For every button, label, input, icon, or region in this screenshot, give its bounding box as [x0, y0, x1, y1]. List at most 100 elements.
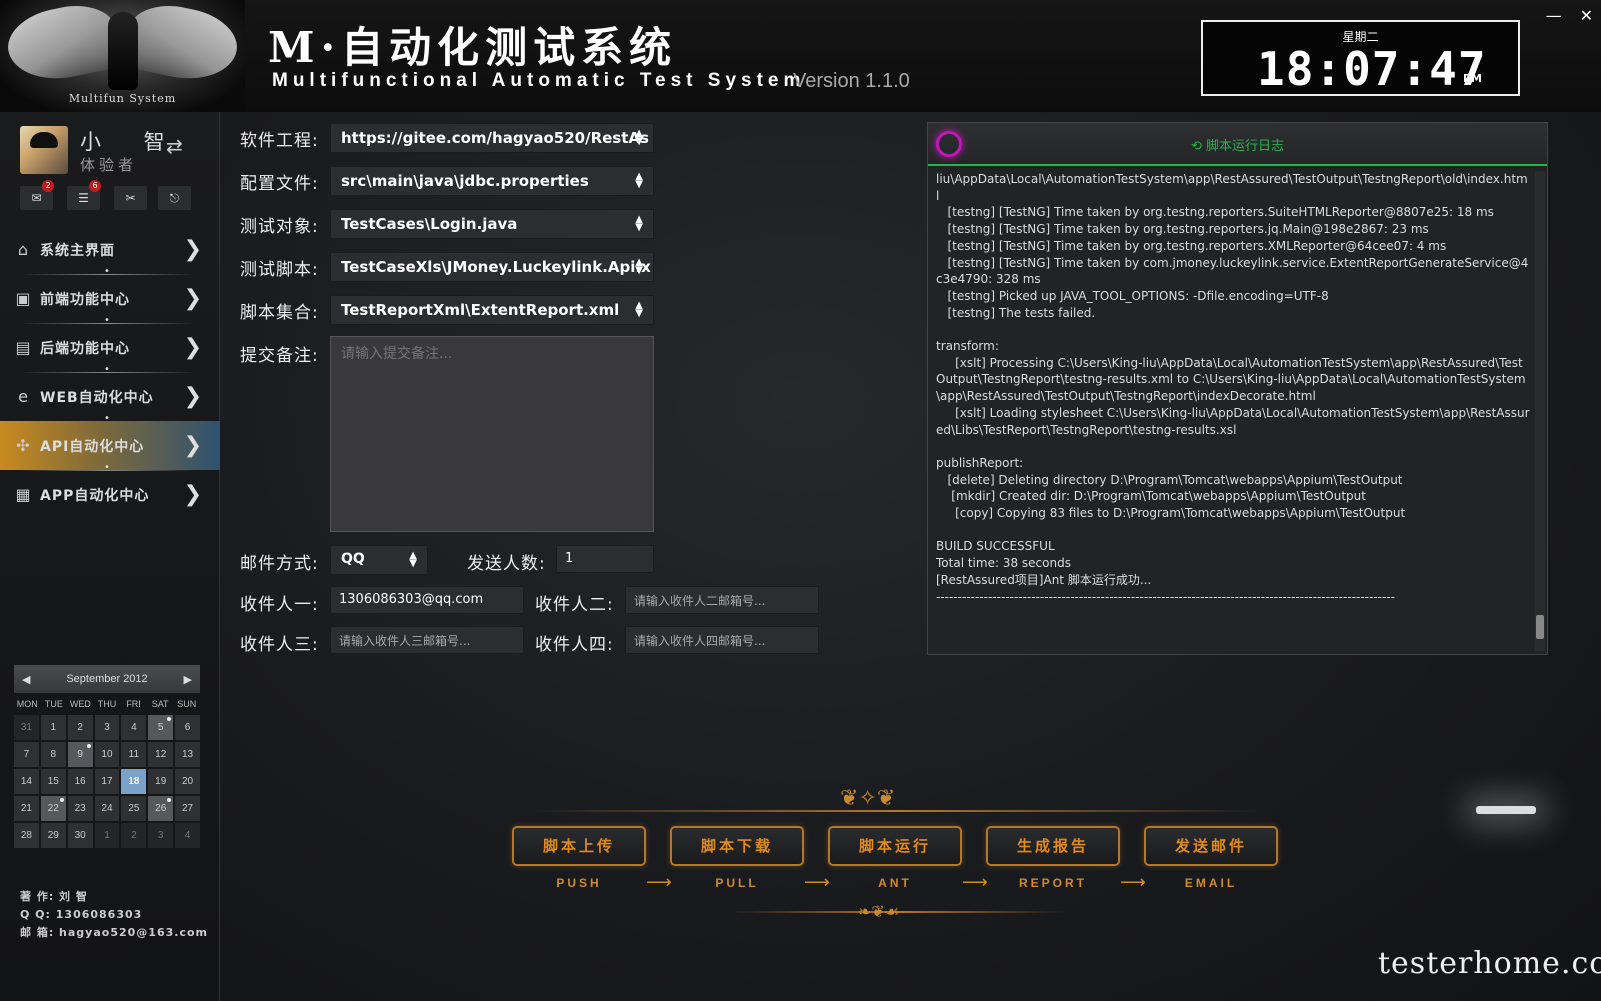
sidebar-item-4[interactable]: ✣ API自动化中心 ❯ — [0, 421, 220, 470]
calendar-day[interactable]: 9 — [67, 742, 93, 767]
script-label: 测试脚本: — [240, 260, 319, 280]
recipient4-label: 收件人四: — [535, 635, 614, 655]
calendar-day[interactable]: 4 — [175, 823, 200, 848]
calendar-day[interactable]: 11 — [121, 742, 147, 767]
calendar-day[interactable]: 2 — [121, 823, 147, 848]
workflow-button-ant[interactable]: 脚本运行 — [828, 826, 962, 866]
inbox-icon[interactable]: 2 ✉ — [20, 180, 54, 210]
calendar-day[interactable]: 29 — [40, 823, 66, 848]
calendar-day[interactable]: 30 — [67, 823, 93, 848]
next-month-icon[interactable]: ▶ — [184, 673, 192, 686]
sidebar-item-1[interactable]: ▣ 前端功能中心 ❯ — [0, 274, 220, 323]
calendar-day[interactable]: 6 — [175, 715, 200, 740]
calendar-day[interactable]: 8 — [40, 742, 66, 767]
nav-icon: ▤ — [15, 338, 31, 357]
script-value: TestCaseXls\JMoney.Luckeylink.Api.x — [341, 258, 651, 276]
recipient4-input[interactable]: 请输入收件人四邮箱号... — [625, 626, 819, 654]
calendar-day[interactable]: 24 — [94, 796, 120, 821]
calendar-day[interactable]: 26 — [148, 796, 174, 821]
chevron-right-icon: ❯ — [183, 384, 202, 409]
ornament-top-line — [532, 810, 1264, 812]
calendar-weekday: MON — [16, 699, 38, 709]
app-title: M·自动化测试系统 — [268, 23, 678, 72]
calendar-weekday: SAT — [151, 699, 169, 709]
target-value: TestCases\Login.java — [341, 215, 518, 233]
calendar-day[interactable]: 2 — [67, 715, 93, 740]
calendar-day[interactable]: 27 — [175, 796, 200, 821]
select-arrow-icon: ▲ ▼ — [635, 214, 643, 233]
calendar-day[interactable]: 15 — [40, 769, 66, 794]
sidebar-item-label: 后端功能中心 — [40, 340, 130, 357]
nav-icon: e — [18, 387, 28, 406]
notification-badge: 2 — [42, 180, 54, 192]
project-label: 软件工程: — [240, 131, 319, 151]
workflow-button-push[interactable]: 脚本上传 — [512, 826, 646, 866]
sender-count-input[interactable]: 1 — [556, 545, 654, 573]
script-select[interactable]: TestCaseXls\JMoney.Luckeylink.Api.x ▲ ▼ — [330, 252, 654, 282]
log-scrollbar[interactable] — [1535, 171, 1545, 651]
project-value: https://gitee.com/hagyao520/RestAs — [341, 129, 649, 147]
remark-textarea[interactable] — [330, 336, 654, 532]
calendar-day[interactable]: 4 — [121, 715, 147, 740]
project-select[interactable]: https://gitee.com/hagyao520/RestAs ▲ ▼ — [330, 123, 654, 153]
sidebar-item-5[interactable]: ▦ APP自动化中心 ❯ — [0, 470, 220, 519]
config-select[interactable]: src\main\java\jdbc.properties ▲ ▼ — [330, 166, 654, 196]
calendar-day[interactable]: 3 — [148, 823, 174, 848]
calendar-day[interactable]: 23 — [67, 796, 93, 821]
tools-icon[interactable]: ✂ — [114, 186, 147, 210]
switch-user-icon[interactable]: ⇄ — [166, 134, 183, 158]
calendar-day[interactable]: 31 — [14, 715, 39, 740]
scroll-thumb[interactable] — [1536, 615, 1544, 639]
select-arrow-icon: ▲ ▼ — [635, 300, 643, 319]
log-panel: ⟲ 脚本运行日志 liu\AppData\Local\AutomationTes… — [927, 122, 1548, 655]
calendar-day[interactable]: 22 — [40, 796, 66, 821]
recipient3-label: 收件人三: — [240, 635, 319, 655]
recipient1-input[interactable]: 1306086303@qq.com — [330, 586, 524, 614]
calendar-day[interactable]: 25 — [121, 796, 147, 821]
sidebar-item-2[interactable]: ▤ 后端功能中心 ❯ — [0, 323, 220, 372]
calendar-day[interactable]: 13 — [175, 742, 200, 767]
list-icon[interactable]: 6 ☰ — [67, 180, 101, 210]
calendar-day[interactable]: 14 — [14, 769, 39, 794]
calendar-day[interactable]: 19 — [148, 769, 174, 794]
suite-value: TestReportXml\ExtentReport.xml — [341, 301, 620, 319]
close-icon[interactable]: ✕ — [1580, 6, 1593, 25]
workflow-button-report[interactable]: 生成报告 — [986, 826, 1120, 866]
calendar-month-label: September 2012 — [66, 673, 148, 685]
workflow-button-pull[interactable]: 脚本下载 — [670, 826, 804, 866]
arrow-right-icon: ⟶ — [962, 872, 988, 893]
calendar-day[interactable]: 21 — [14, 796, 39, 821]
sidebar-item-3[interactable]: e WEB自动化中心 ❯ — [0, 372, 220, 421]
calendar-day[interactable]: 18 — [121, 769, 147, 794]
wing-right-shape — [120, 0, 244, 89]
calendar-day[interactable]: 3 — [94, 715, 120, 740]
calendar-day[interactable]: 5 — [148, 715, 174, 740]
recipient3-input[interactable]: 请输入收件人三邮箱号... — [330, 626, 524, 654]
log-header: ⟲ 脚本运行日志 — [928, 123, 1547, 166]
suite-select[interactable]: TestReportXml\ExtentReport.xml ▲ ▼ — [330, 295, 654, 325]
target-label: 测试对象: — [240, 217, 319, 237]
calendar-day[interactable]: 7 — [14, 742, 39, 767]
calendar-day[interactable]: 20 — [175, 769, 200, 794]
mail-method-select[interactable]: QQ ▲ ▼ — [330, 545, 428, 575]
calendar-day[interactable]: 1 — [94, 823, 120, 848]
log-text[interactable]: liu\AppData\Local\AutomationTestSystem\a… — [936, 171, 1530, 651]
sidebar-item-label: APP自动化中心 — [40, 487, 150, 504]
avatar[interactable] — [20, 126, 68, 174]
sidebar-item-0[interactable]: ⌂ 系统主界面 ❯ — [0, 225, 220, 274]
target-select[interactable]: TestCases\Login.java ▲ ▼ — [330, 209, 654, 239]
calendar-day[interactable]: 1 — [40, 715, 66, 740]
calendar-day[interactable]: 12 — [148, 742, 174, 767]
calendar-day[interactable]: 28 — [14, 823, 39, 848]
calendar-weekday: FRI — [126, 699, 141, 709]
mail-method-label: 邮件方式: — [240, 554, 319, 574]
calendar-day[interactable]: 10 — [94, 742, 120, 767]
minimize-icon[interactable]: — — [1546, 6, 1562, 25]
exit-icon[interactable]: ⎋ — [158, 186, 191, 210]
calendar-day[interactable]: 16 — [67, 769, 93, 794]
log-title: ⟲ 脚本运行日志 — [1190, 139, 1285, 154]
calendar-day[interactable]: 17 — [94, 769, 120, 794]
recipient2-input[interactable]: 请输入收件人二邮箱号... — [625, 586, 819, 614]
prev-month-icon[interactable]: ◀ — [22, 673, 30, 686]
workflow-button-email[interactable]: 发送邮件 — [1144, 826, 1278, 866]
